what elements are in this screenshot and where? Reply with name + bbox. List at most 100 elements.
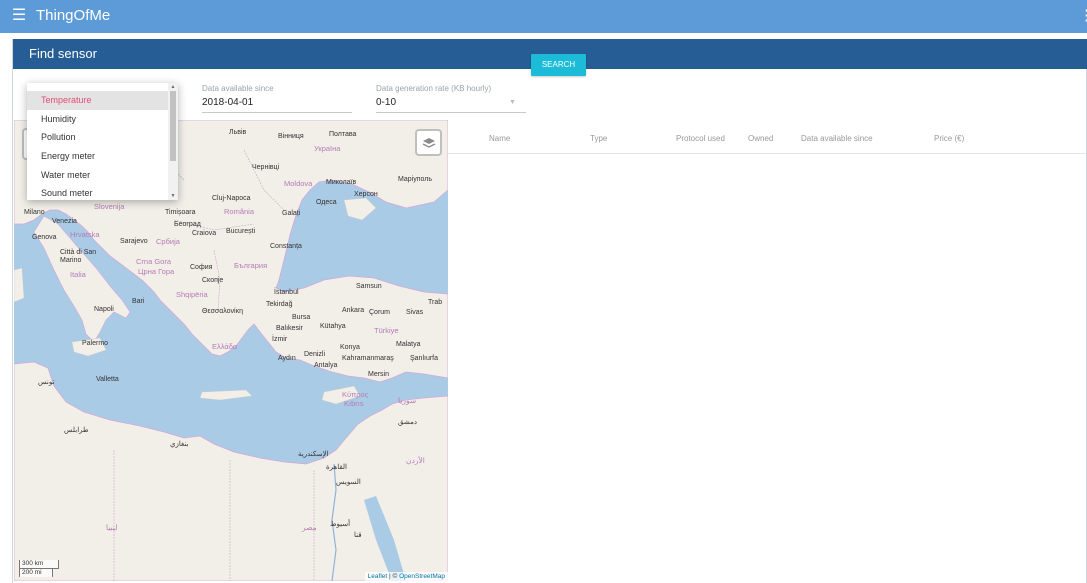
map-label-palermo: Palermo [82,340,109,347]
leaflet-link[interactable]: Leaflet [368,573,388,580]
map-label-sivas: Sivas [406,309,424,316]
map-label-bucuresti: București [226,228,256,235]
map-label-timisoara: Timișoara [165,209,196,216]
map-label-sarajevo: Sarajevo [120,238,148,245]
dropdown-option-pollution[interactable]: Pollution [27,128,168,147]
map-label-albania: Shqipëria [176,290,208,299]
dropdown-option-water-meter[interactable]: Water meter [27,166,168,185]
map-label-craiova: Craiova [192,230,217,237]
app-bar: ☰ ThingOfMe ⋮ [0,0,1087,33]
map-label-vinnytsia: Вінниця [278,133,304,140]
map-label-trabzon: Trab [428,299,443,306]
map-label-cyprus-gr: Κύπρος [342,390,369,399]
column-protocol[interactable]: Protocol used [676,134,725,143]
map-label-ankara: Ankara [342,307,365,314]
dropdown-scrollbar[interactable]: ▲ ▼ [168,83,178,200]
since-input[interactable]: 2018-04-01 [202,97,253,108]
map-label-antalya: Antalya [314,362,338,369]
scroll-down-icon[interactable]: ▼ [169,193,177,199]
map-label-lviv: Львів [229,129,247,136]
map-label-samsun: Samsun [356,283,382,290]
since-underline [202,112,352,113]
map-label-sofia: София [190,264,213,271]
map-label-bulgaria: България [234,261,268,270]
map-label-bursa: Bursa [292,314,311,321]
map-label-denizli: Denizli [304,351,326,358]
map-label-alexandria: الإسكندرية [298,451,329,458]
search-button[interactable]: SEARCH [531,54,586,76]
layers-icon [422,138,436,148]
osm-link[interactable]: OpenStreetMap [399,573,445,580]
scale-mi: 200 mi [19,568,53,577]
column-price[interactable]: Price (€) [934,134,964,143]
map-label-montenegro-cyr: Црна Гора [138,267,175,276]
map-label-cyprus-tr: Kıbrıs [344,399,364,408]
map-label-corum: Çorum [369,309,391,316]
map-label-suez: السويس [336,479,361,486]
map-label-croatia: Hrvatska [70,230,100,239]
scroll-up-icon[interactable]: ▲ [169,84,177,90]
app-title: ThingOfMe [36,7,111,24]
map-label-odesa: Одеса [316,199,337,206]
map-label-italy: Italia [70,270,86,279]
map-label-valletta: Valletta [96,376,119,383]
map-label-montenegro: Crna Gora [136,257,172,266]
map-label-poltava: Полтава [329,131,357,138]
map-label-qena: قنا [354,532,362,539]
map-label-sanliurfa: Şanlıurfa [410,355,439,362]
rate-select[interactable]: 0-10 [376,97,396,108]
map-label-ukraine: Україна [314,144,341,153]
scrollbar-thumb[interactable] [170,91,176,161]
more-vert-icon[interactable]: ⋮ [1079,7,1087,25]
map-label-tunis: تونس [38,379,55,386]
map-label-syria: سوريا [398,396,417,405]
map-label-napoli: Napoli [94,306,114,313]
map-label-mykolaiv: Миколаїв [326,179,357,186]
map-label-romania: România [224,207,255,216]
column-data-since[interactable]: Data available since [801,134,873,143]
sensor-type-dropdown[interactable]: Temperature Humidity Pollution Energy me… [27,83,178,200]
map-label-greece: Ελλάδα [212,342,238,351]
map-label-malatya: Malatya [396,341,421,348]
map-label-slovenia: Slovenija [94,202,125,211]
column-owned[interactable]: Owned [748,134,773,143]
map-label-kutahya: Kütahya [320,323,346,330]
layers-button[interactable] [415,129,442,156]
map-label-aydin: Aydın [278,355,296,362]
map-label-belgrade: Београд [174,221,201,228]
map-label-bari: Bari [132,298,145,305]
map-label-skopje: Скопје [202,277,224,284]
panel-title: Find sensor [29,46,97,61]
scale-km: 300 km [19,560,59,569]
map-label-milano: Milano [24,209,45,216]
map-label-kahramanmaras: Kahramanmaraş [342,355,394,362]
since-label: Data available since [202,84,274,93]
rate-label: Data generation rate (KB hourly) [376,84,492,93]
column-type[interactable]: Type [590,134,607,143]
attribution-separator: | © [387,573,400,580]
map-label-mariupol: Маріуполь [398,176,433,183]
dropdown-option-sound-meter[interactable]: Sound meter [27,184,168,200]
map-label-istanbul: İstanbul [274,289,299,296]
map-label-libya: ليبيا [106,523,118,532]
map-label-venezia: Venezia [52,218,77,225]
column-name[interactable]: Name [489,134,510,143]
map-label-mersin: Mersin [368,371,390,378]
chevron-down-icon[interactable]: ▼ [509,99,516,106]
map-label-turkiye: Türkiye [374,326,399,335]
map-attribution: Leaflet | © OpenStreetMap [364,572,448,581]
dropdown-option-temperature[interactable]: Temperature [27,91,168,110]
menu-icon[interactable]: ☰ [10,7,28,25]
map-label-damascus: دمشق [398,419,417,426]
results-table-header: Name Type Protocol used Owned Data avail… [448,126,1086,154]
map-label-benghazi: بنغازي [170,441,189,448]
map-label-chernivtsi: Чернівці [252,164,280,171]
map-label-asyut: أسيوط [330,521,351,528]
map-label-kherson: Херсон [354,191,378,198]
dropdown-option-humidity[interactable]: Humidity [27,110,168,129]
map-label-constanta: Constanța [270,243,302,250]
map-label-egypt: مصر [302,523,317,532]
dropdown-option-energy-meter[interactable]: Energy meter [27,147,168,166]
map-label-galati: Galați [282,210,301,217]
map-label-cluj: Cluj-Napoca [212,195,251,202]
